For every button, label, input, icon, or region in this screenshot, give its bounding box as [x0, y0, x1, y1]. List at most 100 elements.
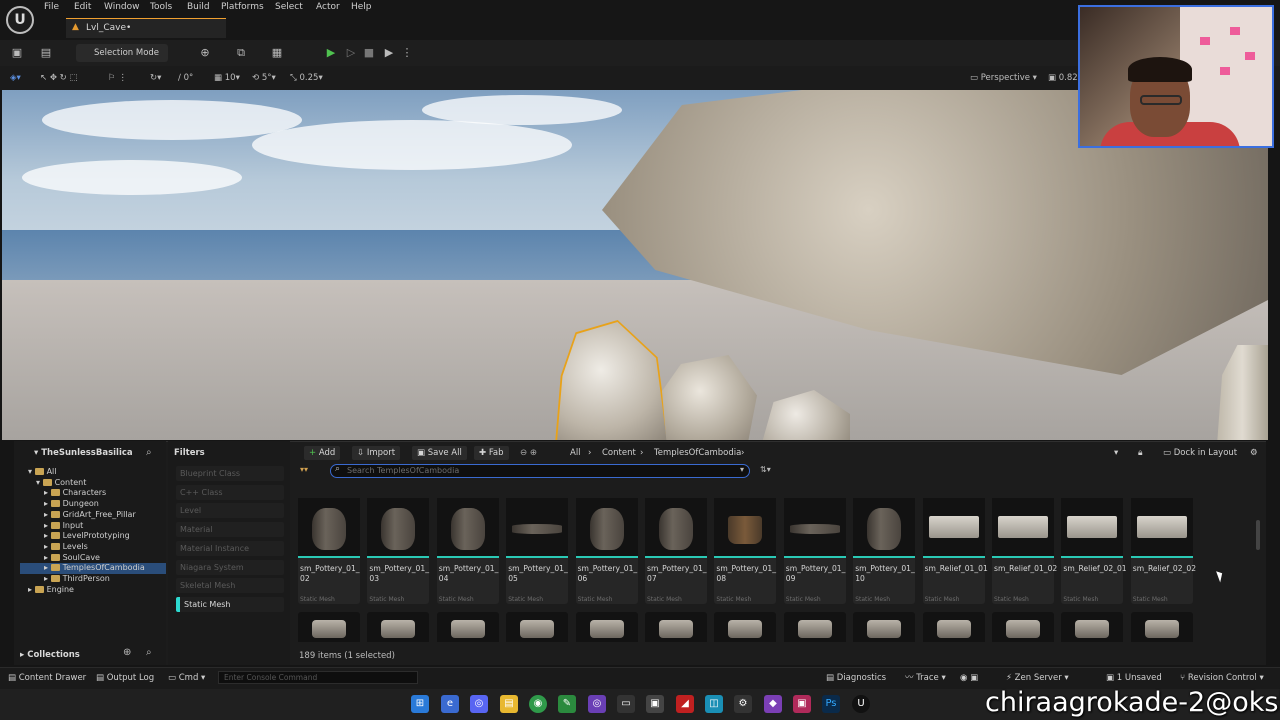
- asset-tile-partial[interactable]: [506, 612, 569, 642]
- add-actor-icon[interactable]: ⊕: [196, 44, 214, 62]
- asset-tile-partial[interactable]: [714, 612, 777, 642]
- menu-item[interactable]: Build: [187, 2, 210, 16]
- filter-item[interactable]: Skeletal Mesh: [176, 578, 284, 594]
- app-icon[interactable]: ◢: [676, 695, 694, 713]
- discord-icon[interactable]: ◎: [470, 695, 488, 713]
- angle-snap[interactable]: ⟲ 5°▾: [252, 71, 276, 85]
- menu-item[interactable]: Edit: [74, 2, 91, 16]
- file-explorer-icon[interactable]: ▤: [500, 695, 518, 713]
- add-collection-icon[interactable]: ⊕: [123, 647, 131, 658]
- level-tab[interactable]: Lvl_Cave•: [66, 18, 226, 38]
- app-icon[interactable]: ◎: [588, 695, 606, 713]
- expand-arrow-icon[interactable]: ▸: [44, 574, 51, 583]
- fab-button[interactable]: ✚ Fab: [474, 446, 509, 460]
- asset-scrollbar[interactable]: [1256, 520, 1260, 550]
- app-icon[interactable]: ◫: [705, 695, 723, 713]
- photoshop-icon[interactable]: Ps: [822, 695, 840, 713]
- surface-snap-icon[interactable]: ↻▾: [150, 71, 161, 85]
- edge-icon[interactable]: e: [441, 695, 459, 713]
- project-root[interactable]: ▾ TheSunlessBasilica: [20, 446, 164, 460]
- asset-tile[interactable]: sm_Pottery_01_ 08 Static Mesh: [714, 498, 777, 604]
- tree-folder[interactable]: ▸ Engine: [20, 585, 166, 596]
- search-icon[interactable]: ⌕: [146, 447, 152, 458]
- menu-item[interactable]: Tools: [150, 2, 172, 16]
- asset-tile[interactable]: sm_Relief_02_01 Static Mesh: [1061, 498, 1127, 604]
- asset-tile-partial[interactable]: [992, 612, 1054, 642]
- filter-item[interactable]: C++ Class: [176, 484, 284, 500]
- sort-icon[interactable]: ⇅▾: [760, 465, 771, 474]
- more-options-icon[interactable]: ⋮: [398, 44, 416, 62]
- breadcrumb-item[interactable]: TemplesOfCambodia: [654, 447, 741, 459]
- expand-arrow-icon[interactable]: ▸: [44, 563, 51, 572]
- content-drawer-button[interactable]: ▤ Content Drawer: [8, 671, 86, 685]
- tree-folder[interactable]: ▸ SoulCave: [20, 553, 166, 564]
- tree-folder[interactable]: ▾ Content: [20, 478, 166, 489]
- diagnostics-button[interactable]: ▤ Diagnostics: [826, 671, 886, 685]
- expand-arrow-icon[interactable]: ▸: [44, 488, 51, 497]
- camera-speed[interactable]: ▣ 0.82: [1048, 71, 1078, 85]
- asset-tile[interactable]: sm_Relief_02_02 Static Mesh: [1130, 498, 1196, 604]
- menu-item[interactable]: Help: [351, 2, 372, 16]
- asset-tile-partial[interactable]: [436, 612, 499, 642]
- asset-tile[interactable]: sm_Pottery_01_ 04 Static Mesh: [436, 498, 499, 604]
- unsaved-button[interactable]: ▣ 1 Unsaved: [1106, 671, 1162, 685]
- filter-item[interactable]: Blueprint Class: [176, 466, 284, 481]
- launch-icon[interactable]: ▶: [380, 44, 398, 62]
- filter-icon[interactable]: ▾▾: [300, 465, 308, 474]
- windows-start-icon[interactable]: ⊞: [411, 695, 429, 713]
- breadcrumb-item[interactable]: All: [570, 447, 581, 459]
- filter-item[interactable]: Niagara System: [176, 559, 284, 575]
- menu-item[interactable]: Actor: [316, 2, 340, 16]
- dock-in-layout-button[interactable]: ▭ Dock in Layout: [1163, 447, 1237, 459]
- breadcrumb-dropdown-icon[interactable]: ▾: [1114, 447, 1118, 459]
- tree-folder[interactable]: ▸ ThirdPerson: [20, 574, 166, 585]
- asset-tile-partial[interactable]: [1061, 612, 1124, 642]
- asset-tile-partial[interactable]: [922, 612, 985, 642]
- asset-tile-partial[interactable]: [575, 612, 638, 642]
- expand-arrow-icon[interactable]: ▸: [44, 510, 51, 519]
- asset-tile-partial[interactable]: [783, 612, 846, 642]
- tree-folder[interactable]: ▸ Dungeon: [20, 499, 166, 510]
- asset-tile[interactable]: sm_Pottery_01_ 10 Static Mesh: [853, 498, 916, 604]
- expand-arrow-icon[interactable]: ▸: [44, 553, 51, 562]
- app-icon[interactable]: ▣: [793, 695, 811, 713]
- expand-arrow-icon[interactable]: ▾: [28, 467, 35, 476]
- filter-item[interactable]: Material: [176, 522, 284, 538]
- content-icon[interactable]: ▤: [37, 44, 55, 62]
- asset-tile[interactable]: sm_Pottery_01_ 05 Static Mesh: [506, 498, 569, 604]
- history-back-icon[interactable]: ⊖ ⊕: [520, 447, 537, 459]
- search-dropdown-icon[interactable]: ▾: [740, 465, 744, 474]
- stop-icon[interactable]: ■: [360, 44, 378, 62]
- asset-tile[interactable]: sm_Pottery_01_ 06 Static Mesh: [575, 498, 638, 604]
- tree-folder[interactable]: ▸ LevelPrototyping: [20, 531, 166, 542]
- menu-item[interactable]: Select: [275, 2, 303, 16]
- cmd-dropdown[interactable]: ▭ Cmd ▾: [168, 671, 205, 685]
- filter-item[interactable]: Material Instance: [176, 540, 284, 556]
- tree-folder[interactable]: ▸ TemplesOfCambodia: [20, 563, 166, 574]
- play-icon[interactable]: ▶: [322, 44, 340, 62]
- zen-server-button[interactable]: ⚡ Zen Server ▾: [1006, 671, 1069, 685]
- asset-tile[interactable]: sm_Pottery_01_ 03 Static Mesh: [367, 498, 430, 604]
- expand-arrow-icon[interactable]: ▸: [44, 499, 51, 508]
- tree-folder[interactable]: ▸ Characters: [20, 488, 166, 499]
- select-icon[interactable]: ↖ ✥ ↻ ⬚: [40, 71, 78, 85]
- trace-button[interactable]: 〰 Trace ▾: [905, 671, 946, 685]
- app-icon[interactable]: ▣: [646, 695, 664, 713]
- selection-mode-dropdown[interactable]: Selection Mode ▾: [76, 44, 168, 76]
- step-icon[interactable]: ▷: [342, 44, 360, 62]
- filter-item[interactable]: Static Mesh: [176, 596, 284, 612]
- filter-item[interactable]: Level: [176, 503, 284, 519]
- output-log-button[interactable]: ▤ Output Log: [96, 671, 154, 685]
- import-button[interactable]: ⇩ Import: [352, 446, 401, 460]
- menu-item[interactable]: File: [44, 2, 59, 16]
- record-icon[interactable]: ◉ ▣: [960, 671, 978, 685]
- unreal-logo-icon[interactable]: U: [6, 6, 34, 34]
- revision-control-button[interactable]: ⑂ Revision Control ▾: [1180, 671, 1264, 685]
- asset-tile[interactable]: sm_Relief_01_02 Static Mesh: [992, 498, 1057, 604]
- tree-folder[interactable]: ▸ Levels: [20, 542, 166, 553]
- blueprint-icon[interactable]: ⧉: [232, 44, 250, 62]
- cinematics-icon[interactable]: ▦: [268, 44, 286, 62]
- save-all-button[interactable]: ▣ Save All: [412, 446, 467, 460]
- asset-tile-partial[interactable]: [1130, 612, 1193, 642]
- scale-snap[interactable]: ⤡ 0.25▾: [290, 71, 323, 85]
